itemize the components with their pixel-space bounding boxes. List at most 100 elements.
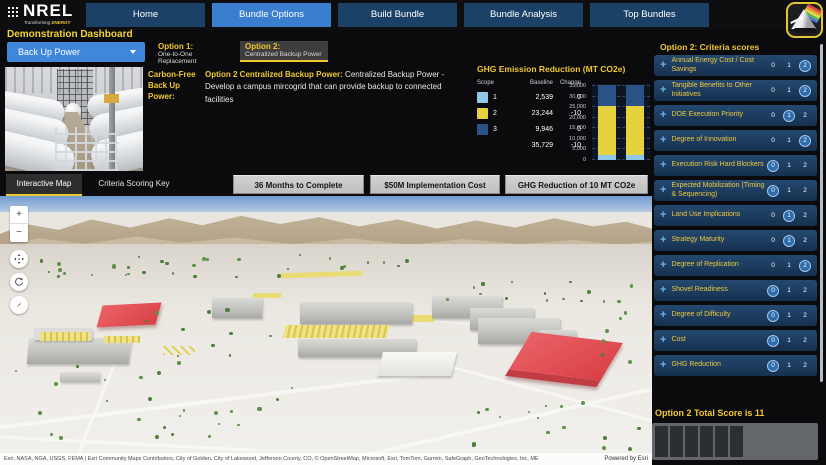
score-button-0[interactable]: 0: [767, 260, 779, 272]
nav-tab-top-bundles[interactable]: Top Bundles: [590, 3, 709, 27]
score-button-2[interactable]: 2: [799, 59, 811, 72]
score-button-1[interactable]: 1: [783, 234, 795, 247]
map-sky: [0, 196, 652, 212]
rotate-button[interactable]: [10, 273, 28, 291]
score-button-2[interactable]: 2: [799, 259, 811, 272]
col-scope: Scope: [477, 80, 495, 86]
score-button-1[interactable]: 1: [783, 209, 795, 222]
score-button-0[interactable]: 0: [767, 184, 779, 197]
score-button-0[interactable]: 0: [767, 60, 779, 72]
nav-tab-bundle-options[interactable]: Bundle Options: [212, 3, 331, 27]
score-button-1[interactable]: 1: [783, 60, 795, 72]
score-button-2[interactable]: 2: [799, 285, 811, 297]
score-button-2[interactable]: 2: [799, 335, 811, 347]
scenario-dropdown[interactable]: Back Up Power: [7, 42, 145, 62]
score-button-1[interactable]: 1: [783, 109, 795, 122]
expand-plus-icon[interactable]: +: [660, 235, 666, 246]
expand-plus-icon[interactable]: +: [660, 60, 666, 71]
expand-plus-icon[interactable]: +: [660, 135, 666, 146]
score-button-1[interactable]: 1: [783, 85, 795, 97]
tab-option-2[interactable]: Option 2: Centralized Backup Power: [240, 41, 328, 62]
nav-tab-bundle-analysis[interactable]: Bundle Analysis: [464, 3, 583, 27]
compass-button[interactable]: [10, 296, 28, 314]
expand-plus-icon[interactable]: +: [660, 360, 666, 371]
ghg-scope-cell: 2: [477, 107, 517, 119]
map-canvas[interactable]: + − Esri, NASA, NGA, USGS, FEMA | Esri C…: [0, 196, 652, 465]
score-button-0[interactable]: 0: [767, 359, 779, 372]
tree-icon: [504, 296, 508, 300]
score-button-0[interactable]: 0: [767, 159, 779, 172]
tree-icon: [546, 430, 550, 435]
expand-plus-icon[interactable]: +: [660, 310, 666, 321]
score-button-0[interactable]: 0: [767, 210, 779, 222]
score-button-2[interactable]: 2: [799, 185, 811, 197]
score-button-1[interactable]: 1: [783, 135, 795, 147]
expand-plus-icon[interactable]: +: [660, 285, 666, 296]
score-button-1[interactable]: 1: [783, 185, 795, 197]
description-label: Carbon-Free Back Up Power:: [148, 70, 196, 102]
ghg-scope-cell: 3: [477, 123, 517, 135]
tree-icon: [142, 270, 146, 274]
expand-plus-icon[interactable]: +: [660, 160, 666, 171]
score-button-2[interactable]: 2: [799, 84, 811, 97]
zoom-out-button[interactable]: −: [10, 224, 28, 242]
tree-icon: [472, 286, 476, 289]
score-button-0[interactable]: 0: [767, 309, 779, 322]
score-button-2[interactable]: 2: [799, 310, 811, 322]
expand-plus-icon[interactable]: +: [660, 185, 666, 196]
yellow-roof: [40, 332, 90, 341]
expand-plus-icon[interactable]: +: [660, 85, 666, 96]
score-button-0[interactable]: 0: [767, 135, 779, 147]
score-button-1[interactable]: 1: [783, 360, 795, 372]
score-button-2[interactable]: 2: [799, 134, 811, 147]
tree-icon: [148, 396, 153, 401]
nav-tab-build-bundle[interactable]: Build Bundle: [338, 3, 457, 27]
score-buttons: 012: [767, 209, 811, 222]
score-button-1[interactable]: 1: [783, 260, 795, 272]
score-button-1[interactable]: 1: [783, 310, 795, 322]
score-button-1[interactable]: 1: [783, 335, 795, 347]
compass-icon: [16, 302, 22, 308]
tree-icon: [257, 406, 262, 411]
y-tick-label: 25,000: [569, 104, 586, 111]
tab-option-1[interactable]: Option 1: One-to-One Replacement: [153, 41, 237, 65]
score-button-2[interactable]: 2: [799, 235, 811, 247]
criteria-scrollbar[interactable]: [820, 44, 823, 382]
tab-criteria-scoring-key[interactable]: Criteria Scoring Key: [90, 174, 178, 194]
option-2-title: Option 2:: [245, 42, 281, 51]
tab-interactive-map[interactable]: Interactive Map: [6, 174, 82, 196]
pan-button[interactable]: [10, 250, 28, 268]
option-1-title: Option 1:: [158, 42, 194, 51]
progress-segment: [685, 426, 698, 457]
score-button-2[interactable]: 2: [799, 360, 811, 372]
criteria-row: + Annual Energy Cost / Cost Savings 0 1 2: [654, 55, 817, 76]
expand-plus-icon[interactable]: +: [660, 210, 666, 221]
score-button-0[interactable]: 0: [767, 85, 779, 97]
nrel-sun-icon: [7, 6, 20, 19]
score-button-1[interactable]: 1: [783, 285, 795, 297]
chevron-down-icon: [130, 50, 136, 54]
expand-plus-icon[interactable]: +: [660, 110, 666, 121]
score-button-0[interactable]: 0: [767, 334, 779, 347]
criteria-row: + DOE Execution Priority 0 1 2: [654, 105, 817, 126]
ghg-y-axis: 35,000 30,000 25,000 20,000 15,000 10,000 5,00…: [560, 83, 588, 163]
nav-tab-home[interactable]: Home: [86, 3, 205, 27]
score-button-0[interactable]: 0: [767, 110, 779, 122]
tree-icon: [629, 284, 634, 288]
expand-plus-icon[interactable]: +: [660, 335, 666, 346]
map-zoom-control: + −: [10, 206, 28, 242]
score-buttons: 012: [767, 109, 811, 122]
progress-segment: [700, 426, 713, 457]
score-button-2[interactable]: 2: [799, 160, 811, 172]
score-button-2[interactable]: 2: [799, 210, 811, 222]
tree-icon: [76, 365, 79, 368]
score-button-1[interactable]: 1: [783, 160, 795, 172]
score-button-0[interactable]: 0: [767, 284, 779, 297]
description-bold: Option 2 Centralized Backup Power:: [205, 70, 343, 79]
score-button-2[interactable]: 2: [799, 110, 811, 122]
score-button-0[interactable]: 0: [767, 235, 779, 247]
info-badge-cost: $50M Implementation Cost: [370, 175, 500, 194]
description-body: Option 2 Centralized Backup Power: Centr…: [205, 69, 467, 106]
zoom-in-button[interactable]: +: [10, 206, 28, 224]
expand-plus-icon[interactable]: +: [660, 260, 666, 271]
